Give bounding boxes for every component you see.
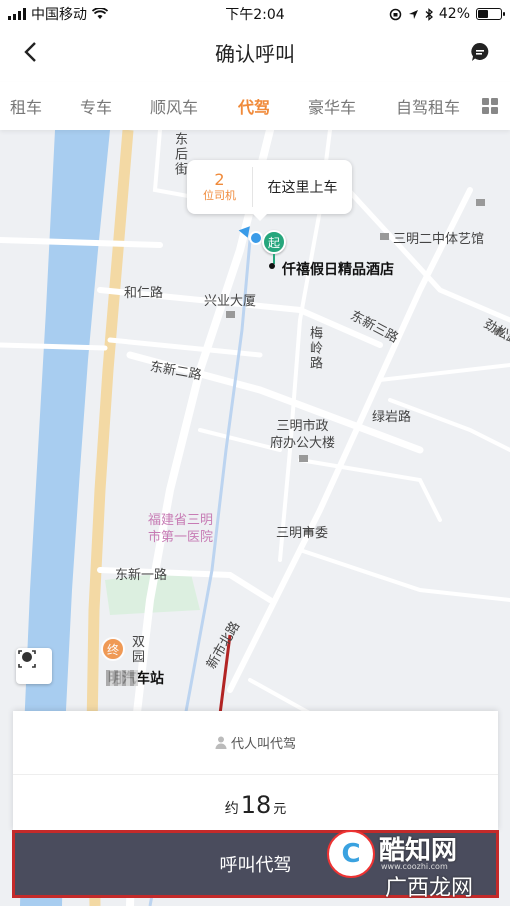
map-label: 三明市政 府办公大楼: [270, 419, 336, 451]
location-arrow-icon: [408, 9, 418, 19]
locate-icon: [18, 650, 36, 668]
service-tabs: 租车 专车 顺风车 代驾 豪华车 自驾租车: [0, 82, 510, 130]
driver-count: 2 位司机: [187, 167, 253, 207]
pickup-here-label: 在这里上车: [267, 180, 338, 196]
map-label: 和仁路: [124, 286, 164, 301]
map-label: 梅岭路: [307, 326, 322, 371]
tab-luxury[interactable]: 豪华车: [308, 94, 356, 118]
back-chevron-icon[interactable]: [20, 40, 44, 64]
current-location-dot: [249, 231, 263, 245]
price-prefix: 约: [224, 801, 239, 817]
signal-icon: [8, 8, 26, 20]
person-icon: [215, 736, 227, 749]
pickup-bubble[interactable]: 2 位司机 在这里上车: [187, 160, 352, 221]
end-marker-icon[interactable]: 终: [101, 637, 125, 661]
nav-bar: 确认呼叫: [0, 28, 510, 76]
map-label: 福建省三明 市第一医院: [148, 513, 214, 545]
map-label: 三明二中体艺馆: [393, 232, 485, 247]
map-label: 三明市委: [276, 526, 329, 541]
status-bar: 中国移动 下午2:04 42%: [0, 0, 510, 28]
blurred-text: [106, 670, 138, 686]
price-unit: 元: [273, 802, 287, 817]
order-panel: 代人叫代驾 约 18 元: [13, 711, 498, 831]
bluetooth-icon: [425, 7, 433, 21]
battery-percent: 42%: [438, 6, 470, 22]
map-label: 绿岩路: [372, 410, 412, 425]
map-label: 东新一路: [115, 568, 168, 583]
tab-premier[interactable]: 专车: [80, 94, 112, 118]
carrier-name: 中国移动: [31, 7, 87, 23]
tab-rental[interactable]: 租车: [10, 94, 42, 118]
orientation-lock-icon: [389, 8, 402, 20]
start-marker-icon[interactable]: 起: [262, 230, 286, 254]
tab-self-drive-rental[interactable]: 自驾租车: [396, 94, 460, 118]
wifi-icon: [92, 8, 108, 19]
map-label: 兴业大厦: [204, 294, 257, 309]
locate-button[interactable]: [16, 648, 52, 684]
price-estimate[interactable]: 约 18 元: [13, 775, 498, 831]
message-icon[interactable]: [470, 42, 490, 62]
price-amount: 18: [240, 791, 272, 819]
tab-carpool[interactable]: 顺风车: [150, 94, 198, 118]
call-for-others-label: 代人叫代驾: [230, 737, 296, 752]
tab-designated-driver[interactable]: 代驾: [238, 94, 270, 118]
driver-count-unit: 位司机: [203, 189, 236, 202]
call-driver-button[interactable]: 呼叫代驾: [12, 830, 499, 898]
page-title: 确认呼叫: [215, 41, 295, 66]
map-label: 双 园: [132, 635, 146, 665]
battery-icon: [476, 8, 505, 20]
call-for-others-button[interactable]: 代人叫代驾: [13, 711, 498, 775]
driver-count-number: 2: [214, 170, 225, 189]
start-location-name: 仟禧假日精品酒店: [282, 262, 394, 278]
start-point-dot: [269, 263, 275, 269]
more-services-grid-icon[interactable]: [482, 98, 498, 114]
